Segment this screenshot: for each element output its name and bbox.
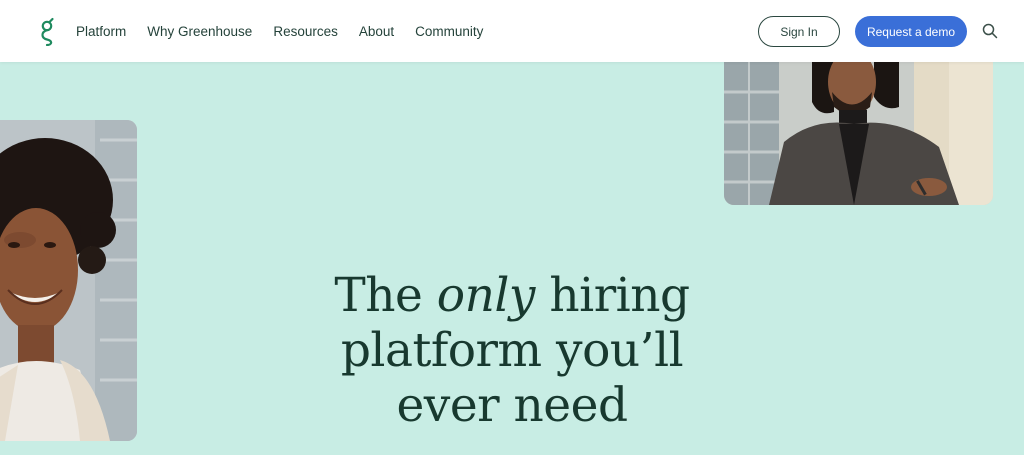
man-at-desk-photo: [724, 62, 993, 205]
search-icon[interactable]: [981, 22, 999, 40]
request-demo-button[interactable]: Request a demo: [855, 16, 967, 47]
main-nav: Platform Why Greenhouse Resources About …: [76, 0, 504, 62]
hero-headline: The only hiring platform you’ll ever nee…: [300, 268, 724, 433]
headline-emphasis: only: [436, 268, 536, 323]
nav-resources[interactable]: Resources: [273, 24, 338, 39]
site-header: Platform Why Greenhouse Resources About …: [0, 0, 1024, 62]
sign-in-button[interactable]: Sign In: [758, 16, 840, 47]
headline-line-1: The only hiring: [300, 268, 724, 323]
headline-line-2: platform you’ll: [340, 323, 684, 378]
smiling-woman-photo: [0, 120, 137, 441]
headline-line-3: ever need: [396, 378, 628, 433]
nav-why-greenhouse[interactable]: Why Greenhouse: [147, 24, 252, 39]
nav-platform[interactable]: Platform: [76, 24, 126, 39]
headline-word-hiring: hiring: [549, 268, 690, 323]
nav-community[interactable]: Community: [415, 24, 483, 39]
nav-about[interactable]: About: [359, 24, 394, 39]
headline-word-the: The: [334, 268, 423, 323]
greenhouse-logo-icon[interactable]: [38, 16, 58, 47]
